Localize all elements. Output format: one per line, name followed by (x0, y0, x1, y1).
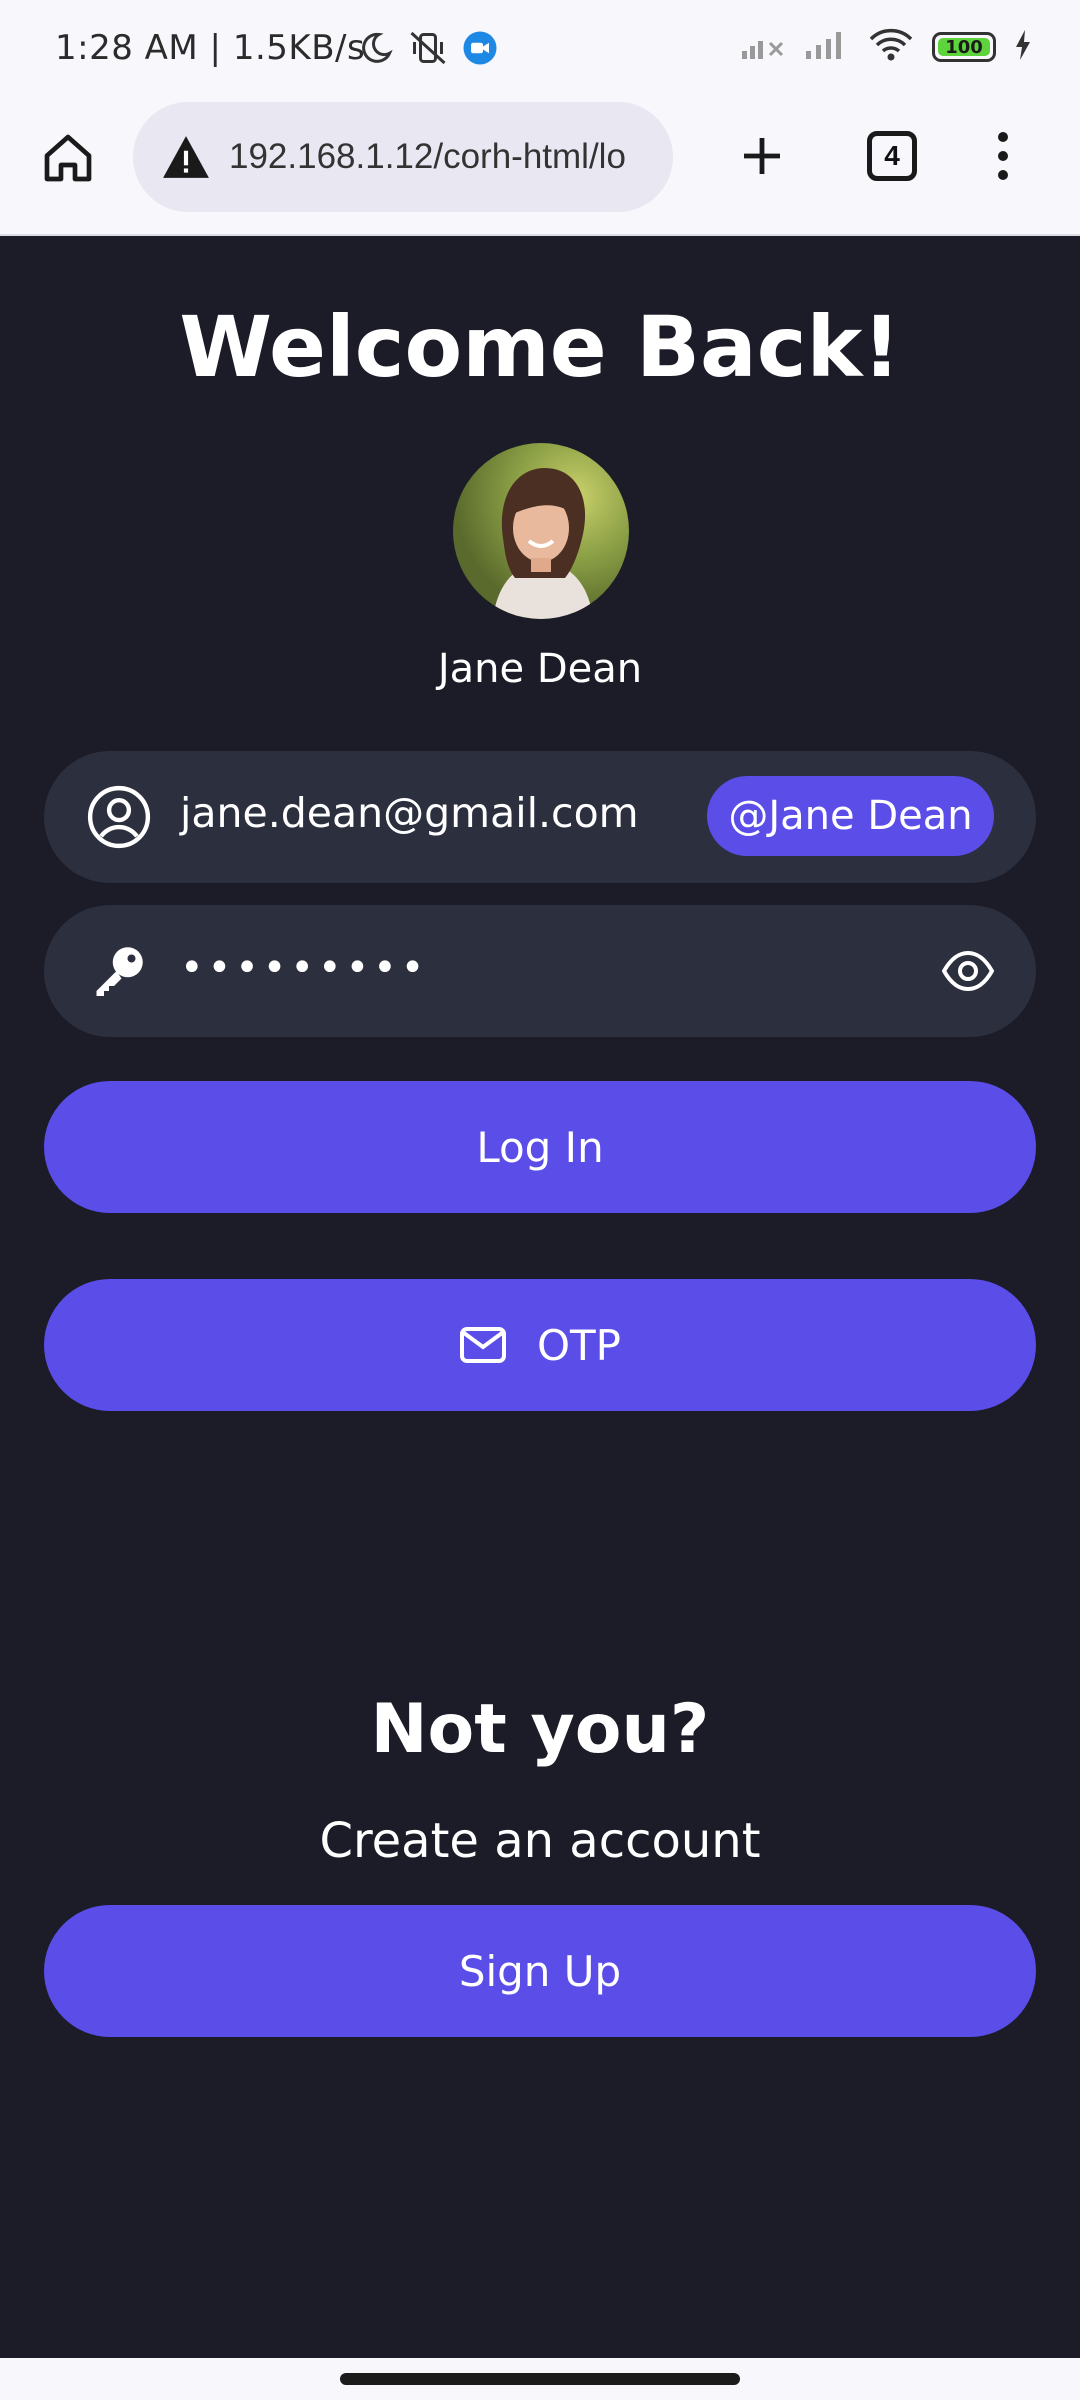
avatar (453, 443, 629, 619)
mail-icon (459, 1327, 506, 1363)
signal-x-icon (740, 29, 786, 65)
gesture-handle[interactable] (340, 2373, 740, 2385)
home-icon (44, 134, 92, 182)
browser-toolbar: 192.168.1.12/corh-html/lo 4 (0, 100, 1080, 236)
key-icon (86, 938, 152, 1004)
wifi-icon (868, 28, 914, 66)
eye-icon[interactable] (940, 945, 996, 997)
create-account-text: Create an account (319, 1813, 761, 1869)
tab-switcher-button[interactable]: 4 (867, 131, 917, 181)
otp-label: OTP (536, 1320, 622, 1370)
email-field[interactable]: jane.dean@gmail.com @Jane Dean (44, 751, 1036, 883)
signup-label: Sign Up (458, 1946, 622, 1996)
home-button[interactable] (36, 126, 100, 190)
user-circle-icon (86, 784, 152, 850)
username-chip[interactable]: @Jane Dean (707, 776, 994, 856)
user-name: Jane Dean (437, 646, 643, 692)
login-page: Welcome Back! Jane Dean jane.dean@gmail.… (0, 238, 1080, 2358)
signup-button[interactable]: Sign Up (44, 1905, 1036, 2037)
url-text: 192.168.1.12/corh-html/lo (229, 137, 626, 176)
new-tab-button[interactable] (730, 124, 794, 188)
password-value: ••••••••• (180, 945, 429, 991)
vibrate-off-icon (408, 30, 448, 70)
page-title: Welcome Back! (179, 298, 901, 396)
email-value: jane.dean@gmail.com (180, 789, 639, 837)
signal-icon (804, 29, 850, 65)
plus-icon (744, 138, 780, 174)
moon-icon (358, 30, 394, 70)
status-time: 1:28 AM | 1.5KB/s (55, 28, 366, 68)
password-field[interactable]: ••••••••• (44, 905, 1036, 1037)
charging-icon (1014, 29, 1032, 65)
login-label: Log In (476, 1122, 604, 1172)
not-you-heading: Not you? (370, 1690, 710, 1769)
status-bar: 1:28 AM | 1.5KB/s 100 (0, 0, 1080, 100)
battery-icon: 100 (932, 32, 996, 62)
system-nav-bar (0, 2358, 1080, 2400)
otp-button[interactable]: OTP (44, 1279, 1036, 1411)
video-call-icon (462, 30, 498, 70)
warning-icon (163, 136, 209, 178)
url-bar[interactable]: 192.168.1.12/corh-html/lo (133, 102, 673, 212)
login-button[interactable]: Log In (44, 1081, 1036, 1213)
more-vert-icon[interactable] (985, 124, 1021, 188)
